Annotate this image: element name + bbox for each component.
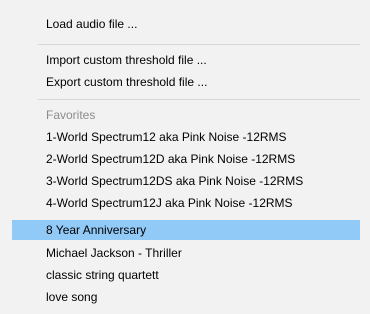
favorite-item[interactable]: love song <box>12 287 360 307</box>
favorite-item-label: 3-World Spectrum12DS aka Pink Noise -12R… <box>46 174 304 188</box>
menu-separator <box>38 44 360 45</box>
favorite-item-highlighted[interactable]: 8 Year Anniversary <box>12 220 360 240</box>
favorite-item[interactable]: 1-World Spectrum12 aka Pink Noise -12RMS <box>12 127 360 147</box>
menu-item-label: Import custom threshold file ... <box>46 53 207 67</box>
favorite-item[interactable]: 2-World Spectrum12D aka Pink Noise -12RM… <box>12 149 360 169</box>
menu-separator <box>38 99 360 100</box>
favorite-item-label: 2-World Spectrum12D aka Pink Noise -12RM… <box>46 152 296 166</box>
menu-item-load-audio-file[interactable]: Load audio file ... <box>12 14 360 34</box>
favorite-item-label: 1-World Spectrum12 aka Pink Noise -12RMS <box>46 130 287 144</box>
favorite-item-label: 4-World Spectrum12J aka Pink Noise -12RM… <box>46 196 293 210</box>
favorite-item-label: 8 Year Anniversary <box>46 223 147 237</box>
menu-item-import-threshold[interactable]: Import custom threshold file ... <box>12 50 360 70</box>
menu-item-label: Load audio file ... <box>46 17 138 31</box>
favorite-item[interactable]: 3-World Spectrum12DS aka Pink Noise -12R… <box>12 171 360 191</box>
favorite-item-label: love song <box>46 290 98 304</box>
favorite-item[interactable]: Michael Jackson - Thriller <box>12 243 360 263</box>
favorites-header-label: Favorites <box>46 108 96 122</box>
favorite-item-label: classic string quartett <box>46 268 159 282</box>
favorite-item-label: Michael Jackson - Thriller <box>46 246 182 260</box>
favorite-item[interactable]: 4-World Spectrum12J aka Pink Noise -12RM… <box>12 193 360 213</box>
context-menu: Load audio file ... Import custom thresh… <box>0 0 370 314</box>
menu-item-export-threshold[interactable]: Export custom threshold file ... <box>12 72 360 92</box>
favorites-header: Favorites <box>12 105 360 125</box>
favorite-item[interactable]: classic string quartett <box>12 265 360 285</box>
menu-item-label: Export custom threshold file ... <box>46 75 208 89</box>
